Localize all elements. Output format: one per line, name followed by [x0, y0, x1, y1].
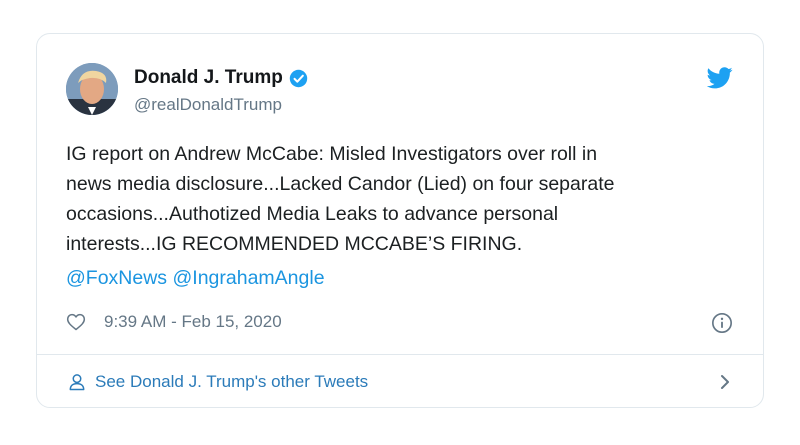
mention-link-foxnews[interactable]: @FoxNews	[66, 267, 167, 289]
tweet-card: Donald J. Trump @realDonaldTrump IG repo…	[36, 33, 764, 408]
tweet-text-line: occasions...Authotized Media Leaks to ad…	[66, 203, 559, 225]
chevron-right-icon[interactable]	[717, 373, 733, 391]
tweet-text: IG report on Andrew McCabe: Misled Inves…	[66, 139, 746, 293]
twitter-bird-icon[interactable]	[707, 67, 733, 89]
mention-link-ingrahamangle[interactable]: @IngrahamAngle	[172, 267, 324, 289]
author-name[interactable]: Donald J. Trump	[134, 67, 308, 89]
person-icon	[69, 374, 85, 391]
verified-badge-icon	[289, 69, 308, 87]
author-name-text[interactable]: Donald J. Trump	[134, 67, 283, 89]
see-other-tweets-link[interactable]: See Donald J. Trump's other Tweets	[67, 356, 733, 408]
tweet-text-line: news media disclosure...Lacked Candor (L…	[66, 173, 615, 195]
tweet-meta: 9:39 AM - Feb 15, 2020	[66, 312, 282, 332]
divider	[37, 354, 763, 355]
tweet-text-line: IG report on Andrew McCabe: Misled Inves…	[66, 143, 598, 165]
tweet-text-line: interests...IG RECOMMENDED MCCABE’S FIRI…	[66, 233, 523, 255]
tweet-mentions: @FoxNews @IngrahamAngle	[66, 263, 746, 293]
avatar[interactable]	[66, 63, 118, 115]
heart-icon[interactable]	[66, 312, 86, 332]
see-other-tweets-label[interactable]: See Donald J. Trump's other Tweets	[95, 372, 368, 392]
tweet-timestamp[interactable]: 9:39 AM - Feb 15, 2020	[104, 312, 282, 332]
author-handle[interactable]: @realDonaldTrump	[134, 95, 282, 115]
info-icon[interactable]	[711, 312, 733, 334]
